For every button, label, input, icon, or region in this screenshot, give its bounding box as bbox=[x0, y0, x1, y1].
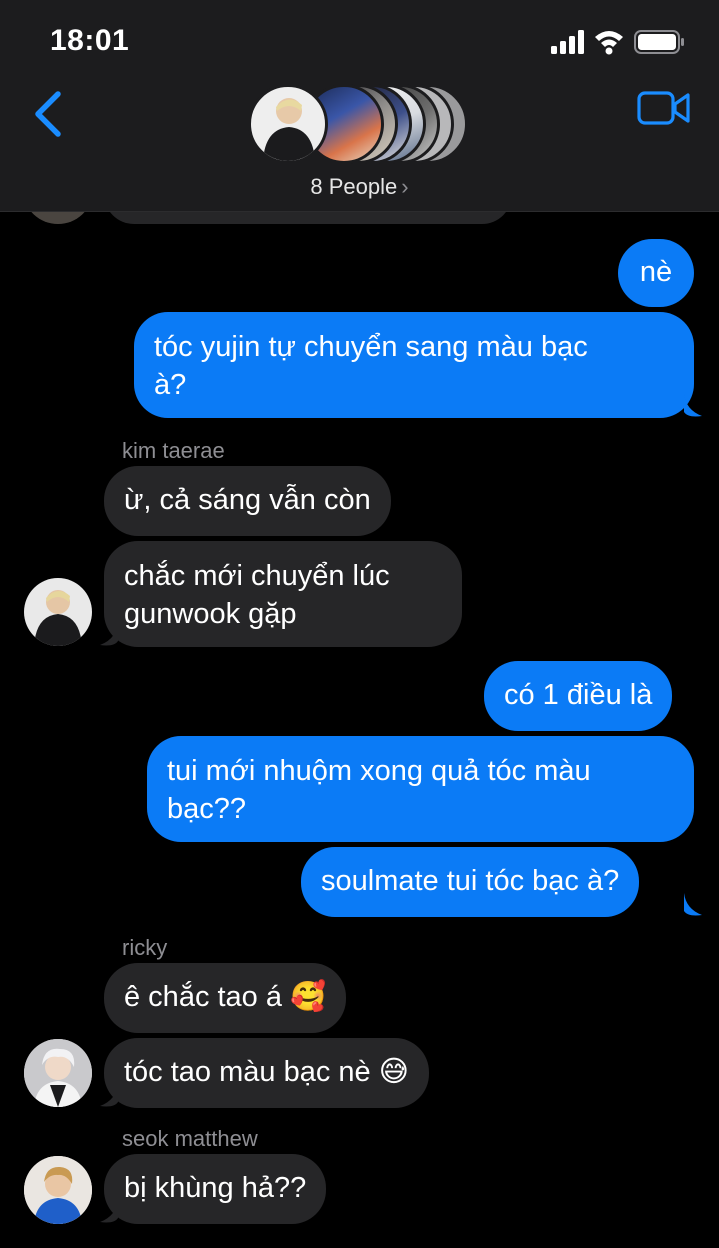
message-text: ê chắc tao á 🥰 bbox=[124, 981, 327, 1013]
bubble-tail bbox=[684, 893, 702, 916]
message-text: bị khùng hả?? bbox=[124, 1172, 307, 1204]
sent-message[interactable]: tóc yujin tự chuyển sang màu bạc à? bbox=[134, 312, 694, 418]
message-text-line-1: tóc yujin tự chuyển sang màu bạc bbox=[154, 331, 588, 363]
message-text: có 1 điều là bbox=[504, 679, 653, 711]
sent-message[interactable]: soulmate tui tóc bạc à? bbox=[301, 847, 640, 917]
avatar-kim-taerae[interactable] bbox=[24, 578, 92, 646]
sender-name: seok matthew bbox=[122, 1126, 258, 1151]
video-call-button[interactable] bbox=[637, 88, 691, 128]
sent-message[interactable]: nè bbox=[618, 239, 694, 307]
wifi-icon bbox=[595, 31, 623, 55]
status-time: 18:01 bbox=[50, 24, 130, 57]
received-message[interactable]: chắc mới chuyển lúc gunwook gặp bbox=[104, 541, 462, 647]
message-text: ừ, cả sáng vẫn còn bbox=[124, 484, 371, 516]
avatar-ricky[interactable] bbox=[24, 1039, 92, 1107]
bubble-tail bbox=[100, 1200, 118, 1223]
group-members-link[interactable]: 8 People › bbox=[0, 174, 719, 200]
received-message[interactable]: ê chắc tao á 🥰 bbox=[104, 963, 347, 1033]
bubble-tail bbox=[100, 1084, 118, 1107]
conversation-header: 18:01 8 People › bbox=[0, 0, 719, 212]
sent-message[interactable]: có 1 điều là bbox=[484, 661, 673, 731]
status-icons bbox=[551, 30, 684, 55]
chevron-left-icon bbox=[35, 91, 61, 137]
message-text-line-2: à? bbox=[154, 369, 187, 401]
bubble-tail bbox=[100, 623, 118, 646]
group-avatars[interactable] bbox=[248, 82, 478, 166]
message-text-line-1: tui mới nhuộm xong quả tóc màu bbox=[167, 755, 591, 787]
bubble-tail bbox=[684, 394, 702, 417]
received-message[interactable]: bị khùng hả?? bbox=[104, 1154, 327, 1224]
group-avatar-1 bbox=[248, 84, 328, 164]
avatar-seok-matthew[interactable] bbox=[24, 1156, 92, 1224]
message-text: tóc tao màu bạc nè 😅 bbox=[124, 1056, 409, 1088]
back-button[interactable] bbox=[28, 86, 72, 142]
sender-name: ricky bbox=[122, 935, 168, 960]
sender-name: kim taerae bbox=[122, 438, 225, 463]
message-text: soulmate tui tóc bạc à? bbox=[321, 865, 620, 897]
cellular-signal-icon bbox=[551, 30, 584, 54]
message-text: nè bbox=[639, 256, 673, 288]
received-message[interactable]: ừ, cả sáng vẫn còn bbox=[104, 466, 391, 536]
chevron-right-icon: › bbox=[401, 174, 409, 199]
message-text-line-2: bạc?? bbox=[167, 793, 247, 825]
message-text-line-2: gunwook gặp bbox=[124, 598, 297, 630]
message-text-line-1: chắc mới chuyển lúc bbox=[124, 560, 390, 592]
received-message[interactable]: tóc tao màu bạc nè 😅 bbox=[104, 1038, 429, 1108]
people-count-label: 8 People bbox=[310, 174, 398, 199]
sent-message[interactable]: tui mới nhuộm xong quả tóc màu bạc?? bbox=[147, 736, 694, 842]
battery-icon bbox=[634, 30, 684, 54]
video-camera-icon bbox=[637, 91, 690, 125]
